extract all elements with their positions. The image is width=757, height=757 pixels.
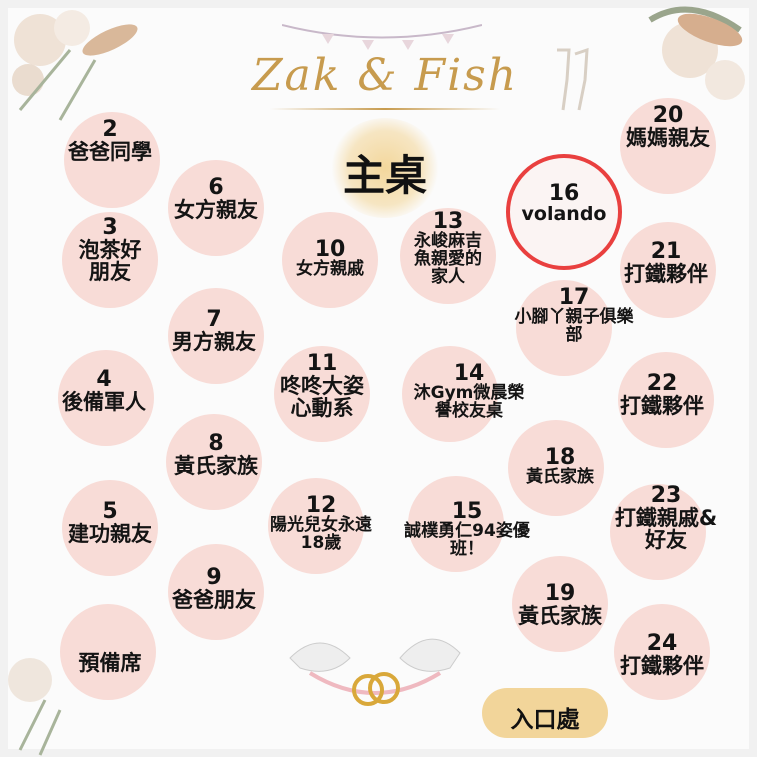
table-label-5: 5 建功親友: [20, 500, 200, 545]
table-number: 18: [544, 445, 576, 470]
table-label-7: 7 男方親友: [124, 308, 304, 353]
table-number: 22: [646, 371, 678, 396]
table-label-16: 16 volando: [474, 182, 654, 225]
table-name: 爸爸朋友: [172, 588, 256, 613]
table-number: 8: [208, 431, 224, 456]
table-name: 建功親友: [68, 522, 152, 547]
table-number: 10: [314, 237, 346, 262]
table-label-9: 9 爸爸朋友: [124, 566, 304, 611]
table-name: 黃氏家族: [518, 604, 602, 629]
table-number: 17: [558, 285, 590, 310]
table-label-2: 2 爸爸同學: [20, 118, 200, 163]
table-label-21: 21 打鐵夥伴: [576, 240, 756, 285]
entrance-label: 入口處: [510, 707, 580, 733]
table-label-14: 14 沐Gym微晨榮譽校友桌: [404, 362, 534, 421]
table-label-19: 19 黃氏家族: [470, 582, 650, 627]
table-label-15: 15 誠樸勇仁94姿優班！: [392, 500, 542, 559]
table-name: volando: [521, 203, 607, 226]
table-label-10: 10 女方親戚: [240, 238, 420, 279]
table-name: 後備軍人: [62, 390, 146, 415]
table-number: 9: [206, 565, 222, 590]
table-number: 21: [650, 239, 682, 264]
table-name: 打鐵夥伴: [624, 262, 708, 287]
couple-title: Zak & Fish: [251, 50, 519, 101]
table-name: 永峻麻吉魚親愛的家人: [414, 231, 482, 287]
table-label-18: 18 黃氏家族: [470, 446, 650, 487]
table-number: 15: [451, 499, 483, 524]
table-number: 3: [102, 215, 118, 240]
table-number: 20: [652, 103, 684, 128]
table-number: 5: [102, 499, 118, 524]
table-number: 4: [96, 367, 112, 392]
table-name: 打鐵夥伴: [620, 654, 704, 679]
table-name: 男方親友: [172, 330, 256, 355]
table-number: 14: [453, 361, 485, 386]
table-name: 沐Gym微晨榮譽校友桌: [413, 383, 525, 421]
table-number: 12: [305, 493, 337, 518]
table-name: 打鐵夥伴: [620, 394, 704, 419]
table-label-11: 11 咚咚大姿心動系: [274, 352, 370, 419]
table-name: 爸爸同學: [68, 140, 152, 165]
table-name: 打鐵親戚&好友: [614, 506, 718, 553]
table-number: 6: [208, 175, 224, 200]
table-number: 2: [102, 117, 118, 142]
table-name: 誠樸勇仁94姿優班！: [404, 521, 530, 559]
table-name: 咚咚大姿心動系: [280, 374, 364, 421]
table-name: 媽媽親友: [626, 126, 710, 151]
table-label-17: 17 小腳丫親子俱樂部: [484, 286, 664, 345]
table-label-12: 12 陽光兒女永遠18歲: [266, 494, 376, 553]
table-label-8: 8 黃氏家族: [126, 432, 306, 477]
table-label-4: 4 後備軍人: [14, 368, 194, 413]
table-number: 19: [544, 581, 576, 606]
table-name: 黃氏家族: [174, 454, 258, 479]
table-number: 23: [650, 483, 682, 508]
table-label-reserve: 預備席: [20, 652, 200, 674]
table-number: 24: [646, 631, 678, 656]
table-label-24: 24 打鐵夥伴: [572, 632, 752, 677]
table-name: 女方親戚: [296, 259, 364, 280]
table-name: 小腳丫親子俱樂部: [514, 307, 634, 345]
main-table-label: 主桌: [342, 151, 427, 200]
table-name: 陽光兒女永遠18歲: [270, 515, 372, 553]
table-label-23: 23 打鐵親戚&好友: [576, 484, 756, 551]
table-label-3: 3 泡茶好朋友: [55, 216, 165, 283]
table-name: 泡茶好朋友: [78, 238, 142, 285]
table-number: 7: [206, 307, 222, 332]
table-number: 16: [548, 181, 580, 206]
table-name: 預備席: [78, 651, 142, 675]
table-label-20: 20 媽媽親友: [578, 104, 757, 149]
table-number: 11: [306, 351, 338, 376]
title-divider: [270, 108, 500, 110]
table-label-6: 6 女方親友: [126, 176, 306, 221]
table-label-22: 22 打鐵夥伴: [572, 372, 752, 417]
